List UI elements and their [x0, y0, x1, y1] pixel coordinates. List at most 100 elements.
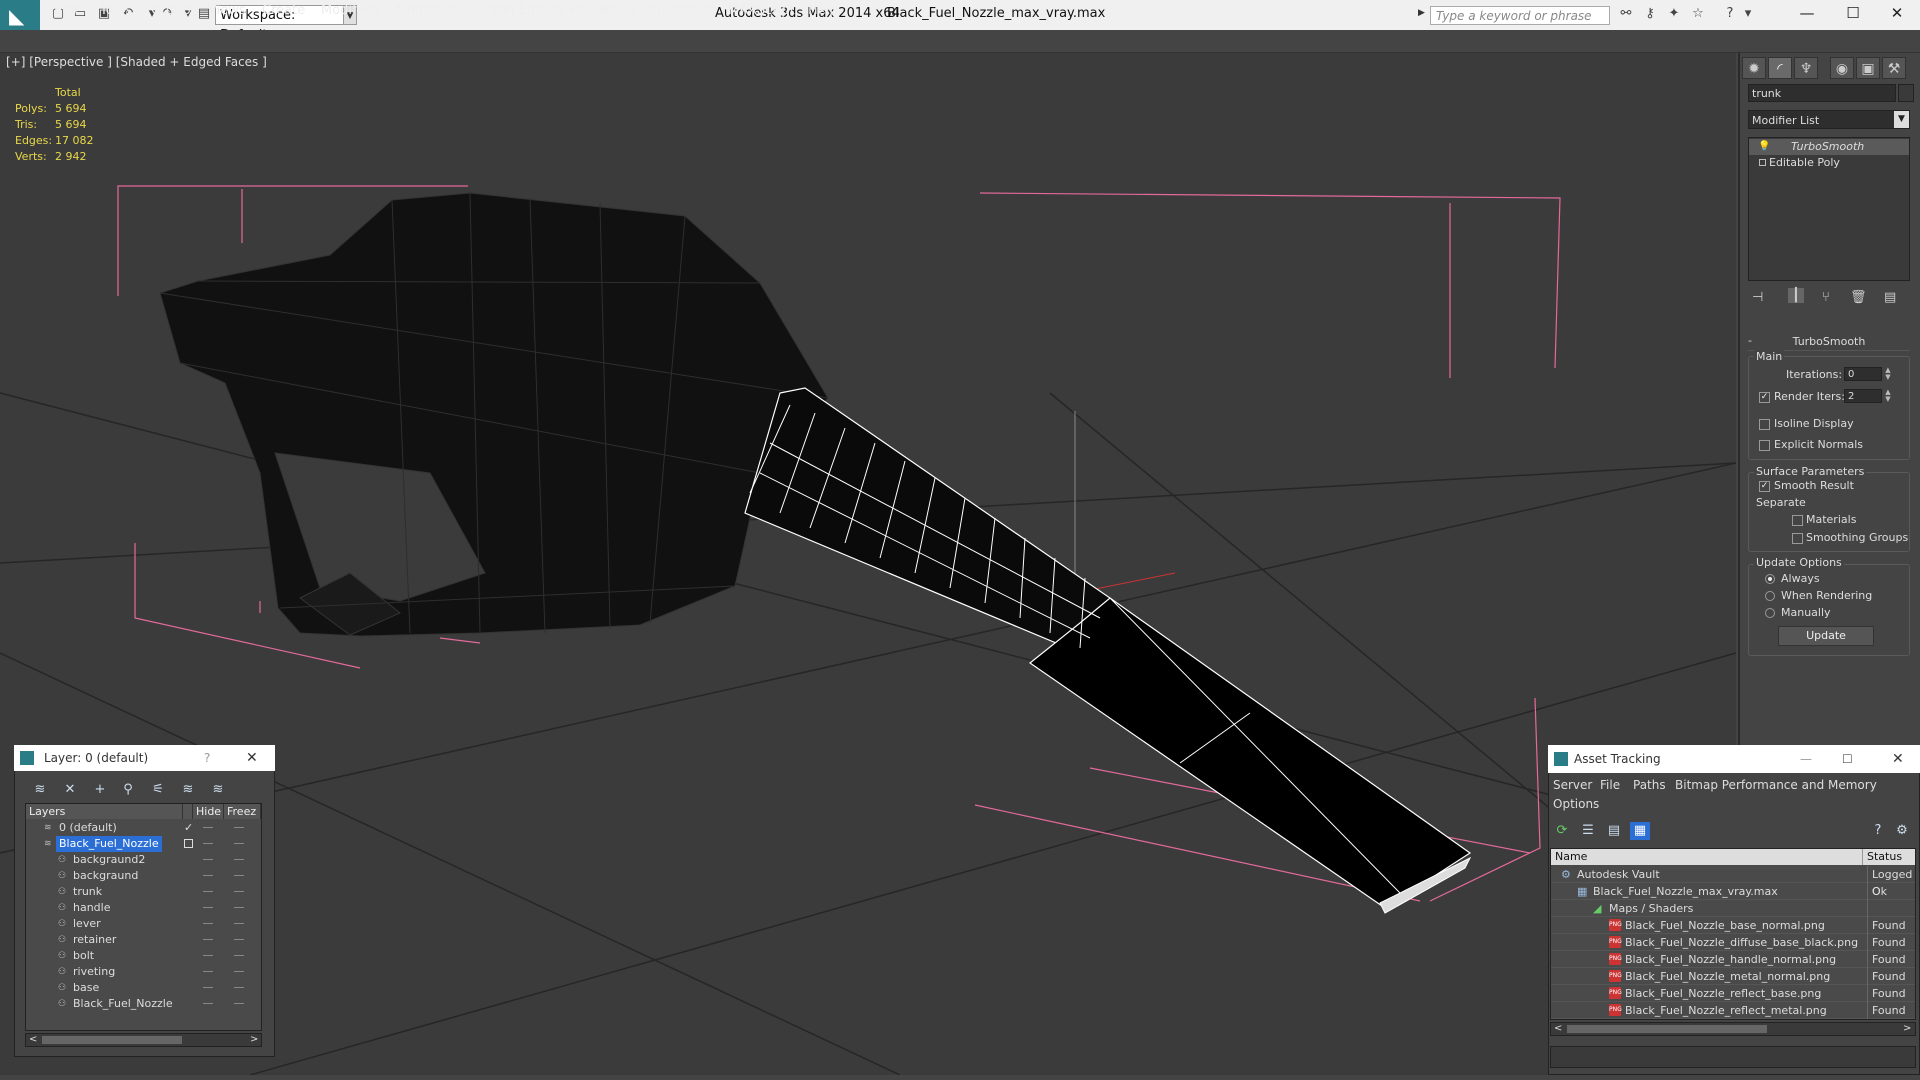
update-button[interactable]: Update [1778, 626, 1874, 646]
app-logo-button[interactable]: ◣ [0, 0, 40, 30]
freeze-toggle[interactable] [234, 971, 244, 972]
hierarchy-tab-icon[interactable]: ♆ [1794, 57, 1818, 79]
asset-menu-options[interactable]: Options [1553, 797, 1599, 811]
layer-row[interactable]: ⚇ base [26, 980, 261, 996]
menu-graph-editors[interactable]: Graph Editors [475, 3, 564, 18]
close-window-button[interactable]: ✕ [1874, 0, 1920, 26]
iterations-spinner[interactable]: 0 [1844, 367, 1882, 381]
expand-plus-icon[interactable] [1759, 159, 1766, 166]
favorites-star-icon[interactable]: ☆ [1690, 6, 1706, 22]
smooth-result-checkbox[interactable]: ✓ [1759, 481, 1770, 492]
communication-icon[interactable]: ✦ [1666, 6, 1682, 22]
hide-toggle[interactable] [203, 875, 213, 876]
layer-row[interactable]: ⚇ lever [26, 916, 261, 932]
menu-animation[interactable]: Animation [394, 3, 460, 18]
layer-horizontal-scrollbar[interactable]: < > [25, 1033, 262, 1047]
render-iters-spinner-arrows-icon[interactable]: ▲ ▼ [1884, 389, 1892, 403]
help-dropdown-icon[interactable]: ▾ [1740, 6, 1756, 22]
hide-toggle[interactable] [203, 843, 213, 844]
freeze-toggle[interactable] [234, 907, 244, 908]
layer-row[interactable]: ⚇ trunk [26, 884, 261, 900]
scroll-right-icon[interactable]: > [250, 1034, 258, 1045]
freeze-toggle[interactable] [234, 987, 244, 988]
asset-maximize-button[interactable]: ☐ [1842, 745, 1853, 773]
asset-settings-icon[interactable]: ⚙ [1892, 822, 1912, 840]
lightbulb-icon[interactable]: 💡 [1758, 139, 1770, 155]
freeze-toggle[interactable] [234, 875, 244, 876]
modify-tab-icon[interactable]: ◜ [1768, 57, 1792, 79]
freeze-toggle[interactable] [234, 923, 244, 924]
hide-all-layers-icon[interactable]: ≋ [178, 781, 198, 799]
asset-horizontal-scrollbar[interactable]: < > [1550, 1022, 1916, 1036]
layer-scroll-thumb[interactable] [42, 1036, 182, 1044]
menu-help[interactable]: Help [808, 3, 838, 18]
asset-close-button[interactable]: ✕ [1892, 745, 1904, 773]
display-tab-icon[interactable]: ▣ [1856, 57, 1880, 79]
layer-row[interactable]: ⚇ riveting [26, 964, 261, 980]
help-icon[interactable]: ? [1722, 6, 1738, 22]
utilities-tab-icon[interactable]: ⚒ [1882, 57, 1906, 79]
asset-row[interactable]: PNG Black_Fuel_Nozzle_base_normal.png Foun… [1551, 917, 1915, 934]
modifier-stack[interactable]: 💡 TurboSmooth Editable Poly [1748, 137, 1910, 281]
layer-row[interactable]: ⚇ Black_Fuel_Nozzle [26, 996, 261, 1012]
layer-row[interactable]: ⚇ handle [26, 900, 261, 916]
select-in-layer-icon[interactable]: ⚲ [118, 781, 138, 799]
freeze-column-header[interactable]: Freez [224, 804, 261, 819]
create-tab-icon[interactable]: ✹ [1742, 57, 1766, 79]
pin-stack-icon[interactable]: ⊣ [1752, 290, 1763, 305]
minimize-window-button[interactable]: — [1784, 0, 1830, 26]
asset-menu-server[interactable]: Server [1553, 778, 1592, 792]
maximize-window-button[interactable]: ☐ [1830, 0, 1876, 26]
asset-row[interactable]: PNG Black_Fuel_Nozzle_reflect_metal.png Fo… [1551, 1002, 1915, 1019]
hide-toggle[interactable] [203, 987, 213, 988]
freeze-all-layers-icon[interactable]: ≋ [208, 781, 228, 799]
update-manually-radio[interactable] [1765, 608, 1775, 618]
iterations-spinner-arrows-icon[interactable]: ▲ ▼ [1884, 367, 1892, 381]
layer-row[interactable]: ≋ Black_Fuel_Nozzle [26, 836, 261, 852]
freeze-toggle[interactable] [234, 1003, 244, 1004]
asset-row[interactable]: PNG Black_Fuel_Nozzle_metal_normal.png Fou… [1551, 968, 1915, 985]
menu-maxscript[interactable]: MAXScript [728, 3, 795, 18]
menu-modifiers[interactable]: Modifiers [321, 3, 380, 18]
freeze-toggle[interactable] [234, 939, 244, 940]
object-name-field[interactable]: trunk [1748, 84, 1896, 102]
layer-close-button[interactable]: ✕ [246, 745, 258, 771]
hide-toggle[interactable] [203, 939, 213, 940]
new-layer-icon[interactable]: ≋ [30, 781, 50, 799]
menu-group[interactable]: Group [151, 3, 191, 18]
asset-name-column-header[interactable]: Name [1551, 849, 1863, 865]
asset-status-column-header[interactable]: Status [1863, 849, 1915, 865]
scroll-left-icon[interactable]: < [1554, 1023, 1562, 1034]
hide-toggle[interactable] [203, 827, 213, 828]
search-expand-icon[interactable]: ▶ [1418, 8, 1425, 18]
hide-toggle[interactable] [203, 891, 213, 892]
configure-modifier-sets-icon[interactable]: ▤ [1884, 290, 1896, 305]
materials-checkbox[interactable] [1792, 515, 1803, 526]
asset-menu-file[interactable]: File [1600, 778, 1620, 792]
delete-layer-icon[interactable]: ✕ [60, 781, 80, 799]
hide-toggle[interactable] [203, 1003, 213, 1004]
menu-tools[interactable]: Tools [100, 3, 132, 18]
modifier-list-arrow-icon[interactable]: ▼ [1894, 111, 1909, 128]
binoculars-icon[interactable]: ⚯ [1618, 6, 1634, 22]
table-view-icon[interactable]: ▦ [1630, 822, 1650, 840]
render-iters-checkbox[interactable]: ✓ [1759, 392, 1770, 403]
layer-window-titlebar[interactable]: Layer: 0 (default) ? ✕ [14, 745, 275, 771]
set-current-layer-icon[interactable] [184, 839, 193, 848]
make-unique-icon[interactable]: ⑂ [1822, 290, 1830, 305]
asset-minimize-button[interactable]: — [1800, 745, 1812, 773]
hide-toggle[interactable] [203, 859, 213, 860]
asset-row[interactable]: ◢ Maps / Shaders [1551, 900, 1915, 917]
list-view-icon[interactable]: ☰ [1578, 822, 1598, 840]
menu-create[interactable]: Create [262, 3, 305, 18]
asset-menu-paths[interactable]: Paths [1633, 778, 1666, 792]
hide-toggle[interactable] [203, 971, 213, 972]
freeze-toggle[interactable] [234, 859, 244, 860]
render-iters-spinner[interactable]: 2 [1844, 389, 1882, 403]
hide-toggle[interactable] [203, 907, 213, 908]
layer-list[interactable]: Layers Hide Freez ≋ 0 (default) ✓ ≋ Black_Fu… [25, 803, 262, 1031]
layer-row[interactable]: ⚇ backgraund2 [26, 852, 261, 868]
layer-row[interactable]: ⚇ backgraund [26, 868, 261, 884]
menu-rendering[interactable]: Rendering [570, 3, 636, 18]
object-color-swatch[interactable] [1898, 84, 1914, 102]
